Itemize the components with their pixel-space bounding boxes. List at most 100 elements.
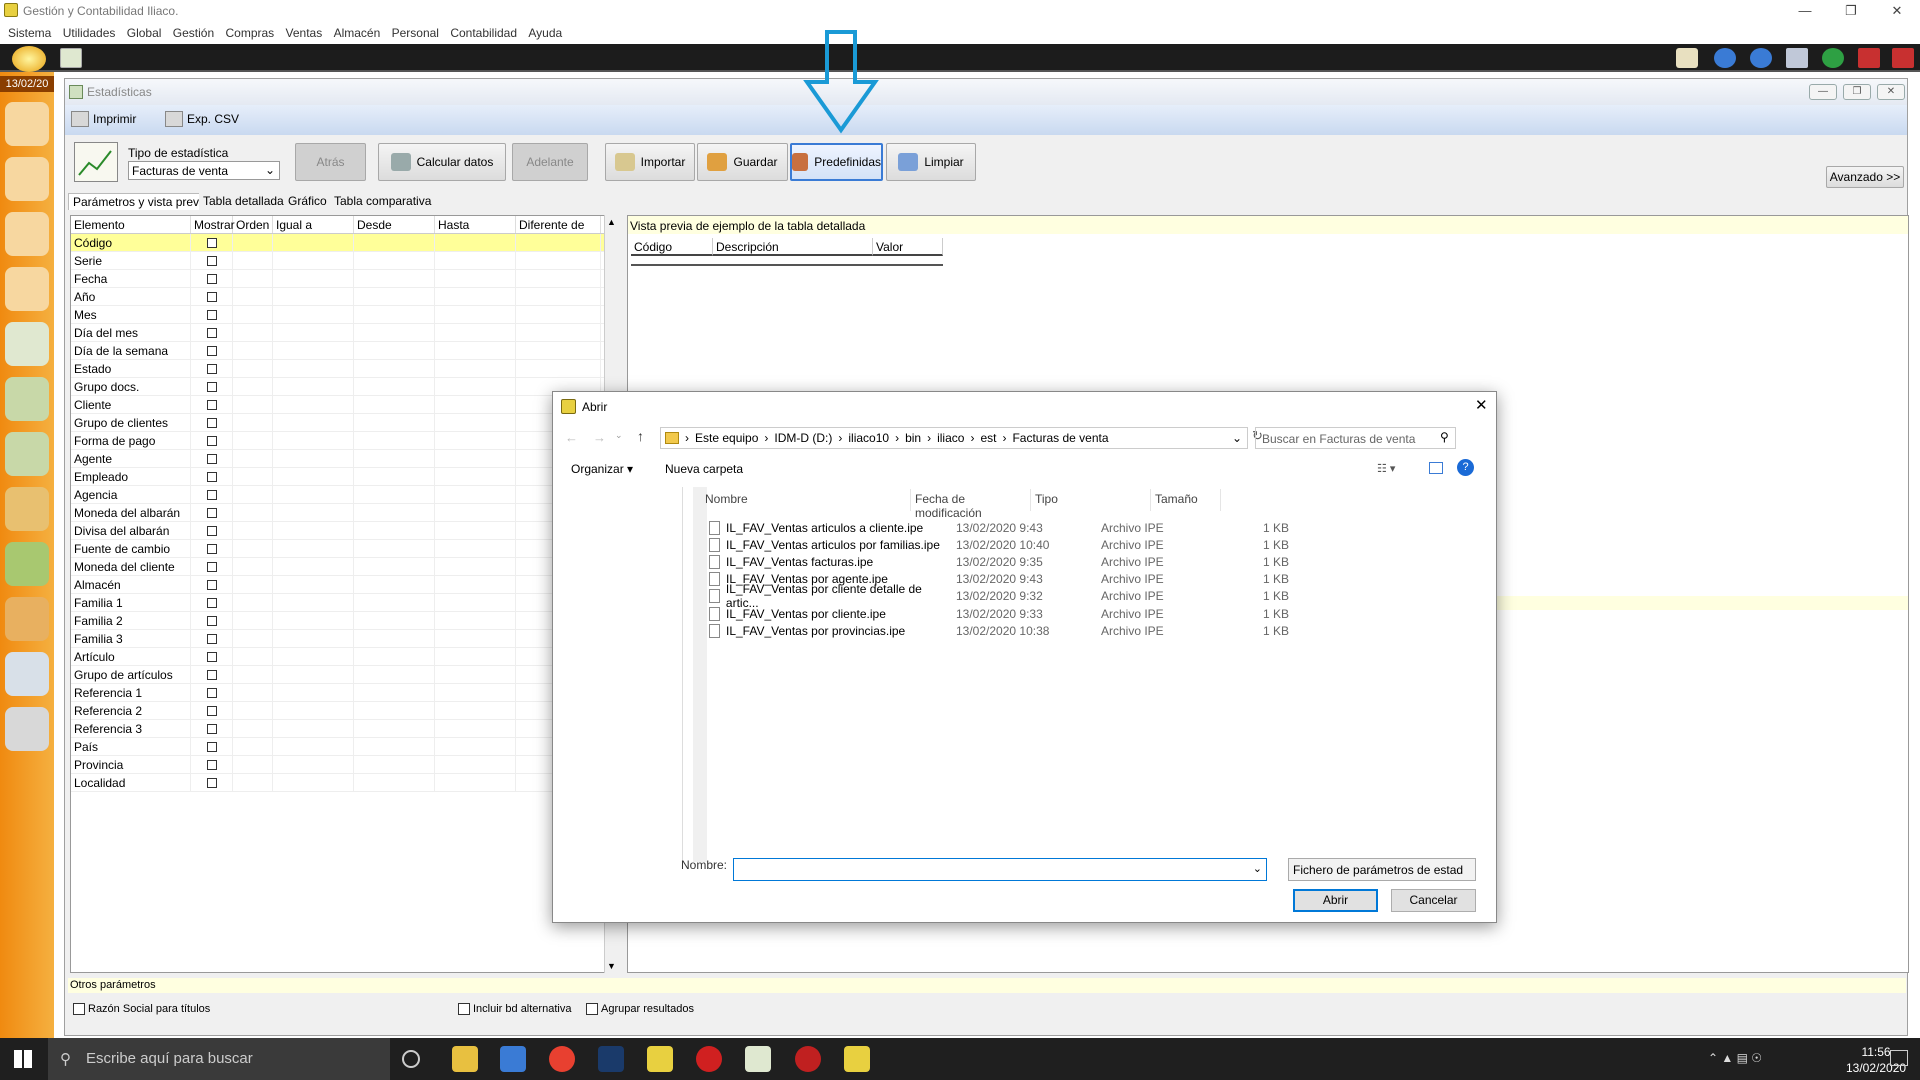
grid-cell[interactable]	[435, 233, 516, 252]
grid-cell[interactable]	[273, 287, 354, 306]
grid-row[interactable]: Agencia	[71, 485, 614, 504]
grid-cell-elemento[interactable]: Fecha	[71, 269, 191, 288]
help-icon[interactable]: ?	[1457, 459, 1474, 476]
grid-cell[interactable]	[233, 431, 273, 450]
mostrar-checkbox[interactable]	[206, 543, 217, 554]
tab-tabla-comparativa[interactable]: Tabla comparativa	[330, 193, 436, 210]
grid-cell[interactable]	[435, 557, 516, 576]
grid-cell[interactable]	[233, 359, 273, 378]
grid-cell[interactable]	[233, 647, 273, 666]
grid-cell[interactable]	[354, 485, 435, 504]
grid-row[interactable]: Familia 2	[71, 611, 614, 630]
mostrar-checkbox[interactable]	[206, 777, 217, 788]
mostrar-checkbox[interactable]	[206, 723, 217, 734]
stats-icon[interactable]	[60, 48, 82, 68]
chrome-icon[interactable]	[549, 1046, 575, 1072]
grid-cell-mostrar[interactable]	[191, 773, 233, 792]
grid-cell[interactable]	[354, 665, 435, 684]
grid-cell[interactable]	[435, 251, 516, 270]
grid-cell-mostrar[interactable]	[191, 287, 233, 306]
grid-cell[interactable]	[435, 467, 516, 486]
grid-cell[interactable]	[435, 377, 516, 396]
grid-cell[interactable]	[233, 503, 273, 522]
grid-cell-elemento[interactable]: Agencia	[71, 485, 191, 504]
grid-cell[interactable]	[273, 503, 354, 522]
grid-row[interactable]: Moneda del cliente	[71, 557, 614, 576]
grid-cell-elemento[interactable]: Forma de pago	[71, 431, 191, 450]
grid-cell-elemento[interactable]: Año	[71, 287, 191, 306]
open-button[interactable]: Abrir	[1293, 889, 1378, 912]
grid-row[interactable]: Grupo docs.	[71, 377, 614, 396]
grid-cell[interactable]	[233, 377, 273, 396]
grid-row[interactable]: Familia 3	[71, 629, 614, 648]
grid-row[interactable]: Agente	[71, 449, 614, 468]
grid-cell[interactable]	[233, 413, 273, 432]
col-nombre[interactable]: Nombre	[701, 489, 911, 511]
preview-pane-icon[interactable]	[1429, 462, 1443, 474]
mostrar-checkbox[interactable]	[206, 561, 217, 572]
mostrar-checkbox[interactable]	[206, 363, 217, 374]
grid-cell[interactable]	[516, 305, 601, 324]
mostrar-checkbox[interactable]	[206, 237, 217, 248]
mostrar-checkbox[interactable]	[206, 489, 217, 500]
grid-cell-mostrar[interactable]	[191, 395, 233, 414]
grid-cell-mostrar[interactable]	[191, 629, 233, 648]
albaran-icon[interactable]	[5, 377, 49, 421]
grid-cell[interactable]	[435, 683, 516, 702]
grid-row[interactable]: Grupo de clientes	[71, 413, 614, 432]
grid-cell[interactable]	[233, 449, 273, 468]
grid-cell-mostrar[interactable]	[191, 413, 233, 432]
grid-cell-mostrar[interactable]	[191, 701, 233, 720]
nav-up-icon[interactable]: ↑	[637, 428, 644, 444]
col-fecha[interactable]: Fecha de modificación	[911, 489, 1031, 520]
grid-cell[interactable]	[233, 341, 273, 360]
mostrar-checkbox[interactable]	[206, 615, 217, 626]
grid-cell[interactable]	[435, 719, 516, 738]
grid-cell[interactable]	[233, 539, 273, 558]
app-red-icon[interactable]	[795, 1046, 821, 1072]
grid-cell[interactable]	[516, 269, 601, 288]
grid-cell[interactable]	[435, 629, 516, 648]
grid-cell[interactable]	[435, 503, 516, 522]
mostrar-checkbox[interactable]	[206, 255, 217, 266]
grid-cell[interactable]	[354, 773, 435, 792]
grid-cell-mostrar[interactable]	[191, 737, 233, 756]
address-dropdown-icon[interactable]: ⌄	[1232, 431, 1242, 445]
grid-cell-elemento[interactable]: Provincia	[71, 755, 191, 774]
mostrar-checkbox[interactable]	[206, 435, 217, 446]
grid-cell-mostrar[interactable]	[191, 683, 233, 702]
grid-cell[interactable]	[435, 773, 516, 792]
grid-cell-elemento[interactable]: Día de la semana	[71, 341, 191, 360]
menu-almacen[interactable]: Almacén	[334, 22, 381, 44]
mostrar-checkbox[interactable]	[206, 453, 217, 464]
col-elemento[interactable]: Elemento	[71, 216, 191, 233]
mostrar-checkbox[interactable]	[206, 273, 217, 284]
crumb-bin[interactable]: bin	[905, 431, 921, 445]
grid-cell[interactable]	[435, 647, 516, 666]
grid-cell[interactable]	[354, 593, 435, 612]
grid-cell[interactable]	[273, 233, 354, 252]
grid-cell-elemento[interactable]: Referencia 1	[71, 683, 191, 702]
col-tamano[interactable]: Tamaño	[1151, 489, 1221, 511]
grid-cell[interactable]	[435, 413, 516, 432]
grid-cell[interactable]	[233, 233, 273, 252]
factura-icon[interactable]	[5, 432, 49, 476]
menu-global[interactable]: Global	[127, 22, 162, 44]
grid-cell[interactable]	[233, 287, 273, 306]
grid-cell-mostrar[interactable]	[191, 593, 233, 612]
grid-cell[interactable]	[273, 413, 354, 432]
grid-cell[interactable]	[233, 701, 273, 720]
nav-back-icon[interactable]: ←	[565, 430, 578, 445]
grid-cell[interactable]	[233, 683, 273, 702]
menu-personal[interactable]: Personal	[392, 22, 439, 44]
grid-cell[interactable]	[354, 737, 435, 756]
grid-cell[interactable]	[273, 773, 354, 792]
grid-cell-mostrar[interactable]	[191, 449, 233, 468]
mostrar-checkbox[interactable]	[206, 579, 217, 590]
mostrar-checkbox[interactable]	[206, 471, 217, 482]
grid-cell[interactable]	[233, 323, 273, 342]
grid-cell-elemento[interactable]: Localidad	[71, 773, 191, 792]
grid-cell[interactable]	[354, 395, 435, 414]
grid-cell-mostrar[interactable]	[191, 341, 233, 360]
grid-row[interactable]: Empleado	[71, 467, 614, 486]
